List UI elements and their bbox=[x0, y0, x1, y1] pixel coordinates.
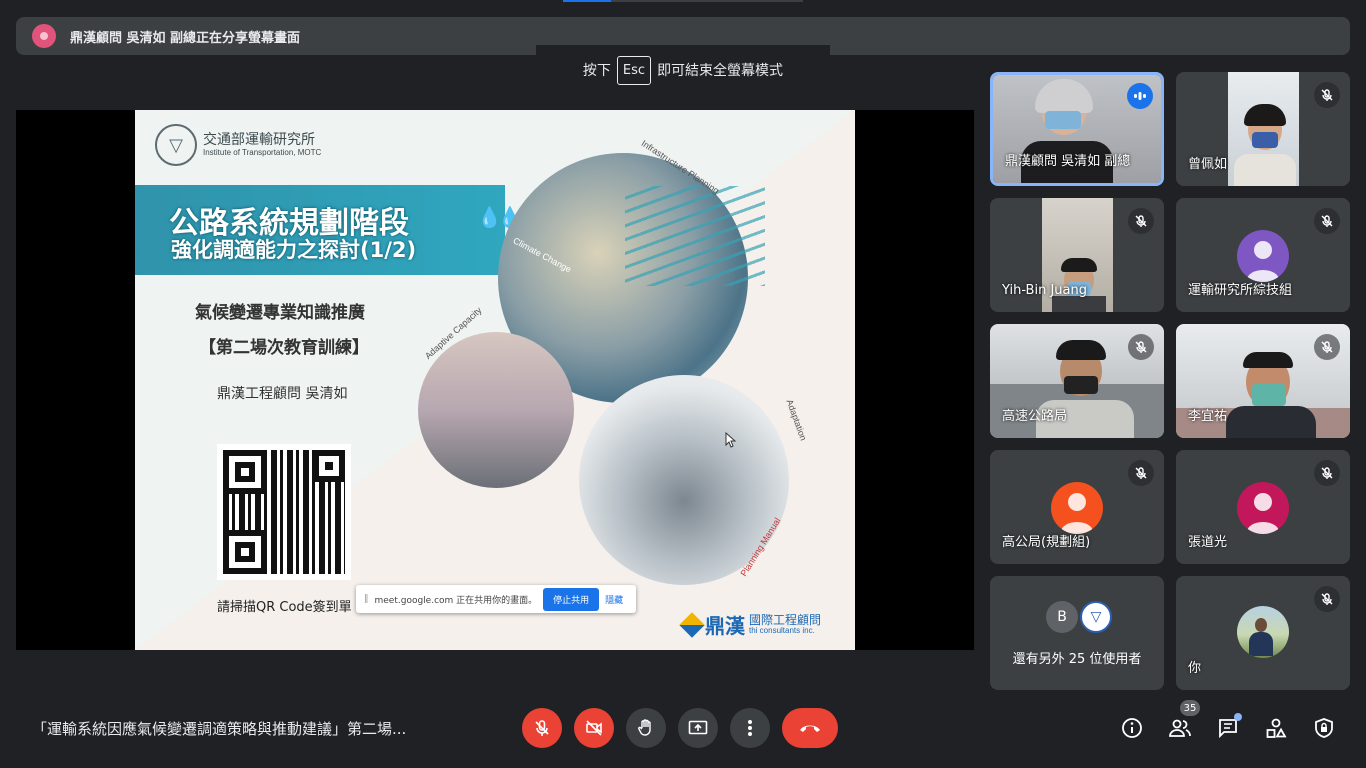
slide-subtitle: 氣候變遷專業知識推廣 bbox=[195, 303, 365, 323]
participant-name: 你 bbox=[1188, 661, 1202, 676]
participant-avatar bbox=[1237, 482, 1289, 534]
participant-video bbox=[1228, 72, 1299, 186]
participant-tile[interactable]: 曾佩如 bbox=[1176, 72, 1350, 186]
overflow-avatar-initial: B bbox=[1046, 601, 1078, 633]
host-controls-icon bbox=[1315, 718, 1333, 738]
thi-brand-logo: 鼎漢 國際工程顧問 thi consultants inc. bbox=[679, 610, 822, 639]
stop-sharing-button[interactable]: 停止共用 bbox=[543, 587, 600, 611]
activities-button[interactable] bbox=[1260, 712, 1292, 744]
mic-off-icon bbox=[1128, 208, 1154, 234]
info-icon bbox=[1122, 718, 1142, 738]
overflow-participants-label: 還有另外 25 位使用者 bbox=[1012, 652, 1142, 667]
slide-session: 【第二場次教育訓練】 bbox=[199, 338, 369, 358]
mic-off-icon bbox=[1314, 208, 1340, 234]
road-circle-image bbox=[418, 332, 574, 488]
esc-key-label: Esc bbox=[616, 55, 652, 85]
toggle-camera-button[interactable] bbox=[574, 708, 614, 748]
thi-mark-icon bbox=[679, 611, 705, 638]
toggle-mic-button[interactable] bbox=[522, 708, 562, 748]
participant-avatar bbox=[1051, 482, 1103, 534]
esc-hint-prefix: 按下 bbox=[582, 63, 611, 79]
hide-share-bar-button[interactable]: 隱藏 bbox=[605, 593, 623, 606]
mic-off-icon bbox=[1314, 460, 1340, 486]
participant-count-badge: 35 bbox=[1180, 700, 1200, 716]
participant-tile[interactable]: 張道光 bbox=[1176, 450, 1350, 564]
mic-off-icon bbox=[1128, 460, 1154, 486]
stripes-decoration bbox=[625, 186, 765, 286]
mic-off-icon bbox=[1314, 334, 1340, 360]
motc-seal-icon: ▽ bbox=[155, 124, 197, 166]
present-screen-icon bbox=[688, 720, 708, 735]
activities-icon bbox=[1266, 718, 1287, 738]
slide-scan-text: 請掃描QR Code簽到單 bbox=[217, 600, 352, 615]
participant-name: 高速公路局 bbox=[1002, 409, 1068, 424]
mic-off-icon bbox=[1314, 586, 1340, 612]
people-icon bbox=[1169, 719, 1191, 737]
participant-avatar bbox=[1237, 230, 1289, 282]
overflow-participants-tile[interactable]: B ▽ 還有另外 25 位使用者 bbox=[990, 576, 1164, 690]
brand-en: thi consultants inc. bbox=[749, 626, 815, 635]
participants-button[interactable] bbox=[1164, 712, 1196, 744]
participant-tile[interactable]: 高公局(規劃組) bbox=[990, 450, 1164, 564]
slide-presenter: 鼎漢工程顧問 吳清如 bbox=[217, 386, 348, 402]
participant-tile[interactable]: 高速公路局 bbox=[990, 324, 1164, 438]
brand-zh: 鼎漢 bbox=[705, 614, 745, 638]
participant-name: 張道光 bbox=[1188, 535, 1228, 550]
participant-tile[interactable]: 運輸研究所綜技組 bbox=[1176, 198, 1350, 312]
camera-off-icon bbox=[586, 720, 602, 736]
self-tile[interactable]: 你 bbox=[1176, 576, 1350, 690]
presentation-stage: ▽ 交通部運輸研究所 Institute of Transportation, … bbox=[16, 110, 974, 650]
speaking-indicator-icon bbox=[1127, 83, 1153, 109]
participant-tile[interactable]: 鼎漢顧問 吳清如 副總 bbox=[990, 72, 1164, 186]
raise-hand-button[interactable] bbox=[626, 708, 666, 748]
top-progress bbox=[563, 0, 803, 2]
more-options-button[interactable] bbox=[730, 708, 770, 748]
more-vert-icon bbox=[748, 720, 752, 736]
participant-name: 曾佩如 bbox=[1188, 157, 1228, 172]
shared-slide: ▽ 交通部運輸研究所 Institute of Transportation, … bbox=[135, 110, 855, 650]
slide-title-line2: 強化調適能力之探討(1/2) bbox=[171, 238, 417, 262]
participant-name: 高公局(規劃組) bbox=[1002, 535, 1091, 550]
slide-org-en: Institute of Transportation, MOTC bbox=[203, 148, 322, 157]
drag-handle-icon[interactable]: ‖ bbox=[364, 594, 369, 604]
leave-call-button[interactable] bbox=[782, 708, 838, 748]
participant-tile[interactable]: 李宜祐 bbox=[1176, 324, 1350, 438]
top-progress-fill bbox=[563, 0, 611, 2]
self-avatar bbox=[1237, 606, 1289, 658]
share-bar-text: meet.google.com 正在共用你的畫面。 bbox=[374, 595, 538, 606]
mic-off-icon bbox=[1314, 82, 1340, 108]
participant-name: 運輸研究所綜技組 bbox=[1188, 283, 1293, 298]
participant-name: 李宜祐 bbox=[1188, 409, 1228, 424]
participant-tile[interactable]: Yih-Bin Juang bbox=[990, 198, 1164, 312]
screen-share-bar: ‖ meet.google.com 正在共用你的畫面。 停止共用 隱藏 bbox=[356, 585, 636, 613]
present-screen-button[interactable] bbox=[678, 708, 718, 748]
meeting-title: 「運輸系統因應氣候變遷調適策略與推動建議」第二場... bbox=[32, 720, 407, 738]
presenting-banner-text: 鼎漢顧問 吳清如 副總正在分享螢幕畫面 bbox=[70, 30, 301, 46]
meeting-details-button[interactable] bbox=[1116, 712, 1148, 744]
host-controls-button[interactable] bbox=[1308, 712, 1340, 744]
mic-off-icon bbox=[535, 720, 549, 736]
participant-name: 鼎漢顧問 吳清如 副總 bbox=[1005, 154, 1131, 169]
cursor-icon bbox=[725, 432, 737, 448]
qr-code-icon bbox=[217, 444, 351, 580]
brand-zh-sub: 國際工程顧問 bbox=[749, 613, 822, 627]
raise-hand-icon bbox=[638, 719, 651, 736]
presenter-avatar bbox=[32, 24, 56, 48]
esc-hint-suffix: 即可結束全螢幕模式 bbox=[657, 63, 784, 79]
participant-name: Yih-Bin Juang bbox=[1002, 283, 1087, 298]
chat-unread-dot bbox=[1234, 713, 1242, 721]
slide-org-zh: 交通部運輸研究所 bbox=[203, 132, 315, 148]
fullscreen-esc-hint: 按下 Esc 即可結束全螢幕模式 bbox=[536, 45, 830, 95]
overflow-avatar-logo-icon: ▽ bbox=[1080, 601, 1112, 633]
call-end-icon bbox=[800, 725, 820, 732]
motc-logo: ▽ 交通部運輸研究所 Institute of Transportation, … bbox=[155, 124, 321, 166]
mic-off-icon bbox=[1128, 334, 1154, 360]
